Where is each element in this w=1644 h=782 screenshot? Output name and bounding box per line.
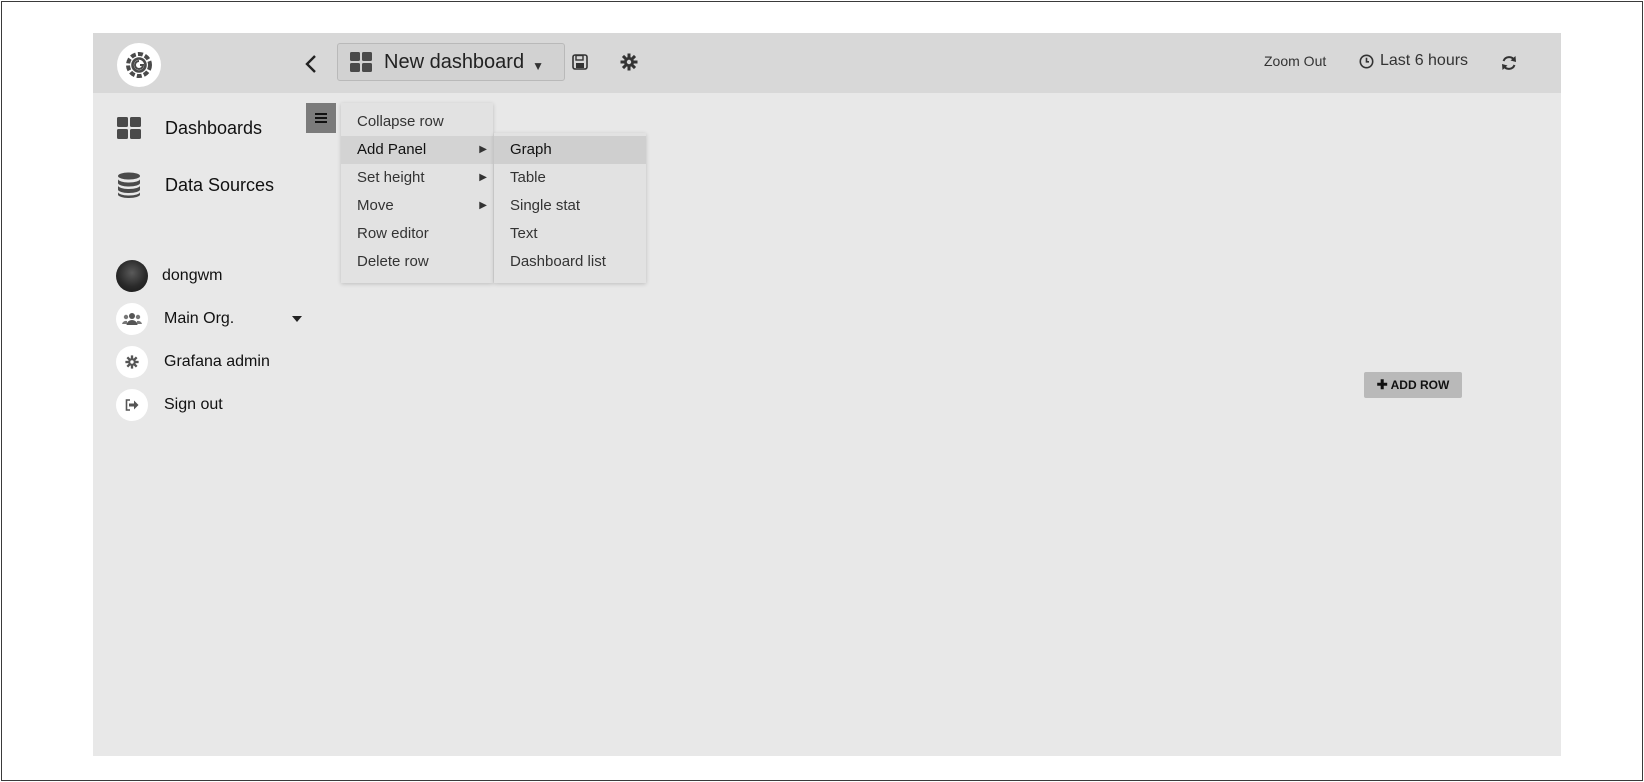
plus-icon: ✚ [1376,377,1388,392]
grafana-app: New dashboard ▼ Zoom Out Last 6 hours Da… [93,33,1561,756]
caret-right-icon: ▶ [479,200,487,211]
add-row-button[interactable]: ✚ ADD ROW [1364,372,1462,398]
dashboards-grid-icon [117,117,141,139]
clock-icon [1359,54,1374,68]
row-menu-button[interactable] [306,103,336,133]
top-navbar: New dashboard ▼ Zoom Out Last 6 hours [93,33,1561,93]
add-panel-submenu: Graph Table Single stat Text Dashboard l… [494,133,646,283]
sidebar-item-data-sources[interactable]: Data Sources [117,172,274,198]
submenu-item-dashboard-list[interactable]: Dashboard list [494,248,646,276]
menu-item-collapse-row[interactable]: Collapse row [341,108,493,136]
chevron-left-icon [305,55,316,73]
menu-item-move[interactable]: Move ▶ [341,192,493,220]
users-icon-circle [116,303,148,335]
dashboard-grid-icon [350,52,372,72]
submenu-item-label: Dashboard list [510,253,606,270]
org-switcher-item[interactable]: Main Org. [116,303,303,335]
user-profile-item[interactable]: dongwm [116,260,222,292]
submenu-item-label: Text [510,225,538,242]
save-icon [572,54,588,70]
sign-out-item[interactable]: Sign out [116,389,223,421]
screenshot-frame: New dashboard ▼ Zoom Out Last 6 hours Da… [1,1,1643,781]
grafana-logo-button[interactable] [117,43,161,87]
dashboard-picker-button[interactable]: New dashboard ▼ [337,43,565,81]
time-range-picker[interactable]: Last 6 hours [1359,52,1468,70]
submenu-item-label: Graph [510,141,552,158]
submenu-item-graph[interactable]: Graph [494,136,646,164]
collapse-sidebar-button[interactable] [301,51,321,77]
grafana-admin-label: Grafana admin [164,353,270,370]
users-icon [122,313,142,325]
avatar [116,260,148,292]
menu-item-row-editor[interactable]: Row editor [341,220,493,248]
save-dashboard-button[interactable] [569,51,591,73]
org-name: Main Org. [164,310,235,327]
menu-item-delete-row[interactable]: Delete row [341,248,493,276]
caret-right-icon: ▶ [479,144,487,155]
menu-item-label: Delete row [357,253,429,270]
sign-out-icon-circle [116,389,148,421]
caret-right-icon: ▶ [479,172,487,183]
refresh-button[interactable] [1498,52,1520,74]
submenu-item-label: Table [510,169,546,186]
database-icon [118,172,140,198]
hamburger-icon [315,113,327,123]
dashboard-title: New dashboard [384,50,525,73]
time-range-label: Last 6 hours [1380,52,1469,69]
gear-icon-circle [116,346,148,378]
gear-icon [125,355,139,369]
menu-item-label: Row editor [357,225,429,242]
caret-down-icon [292,316,303,322]
row-context-menu: Collapse row Add Panel ▶ Set height ▶ Mo… [341,103,493,283]
dashboard-settings-button[interactable] [618,51,640,73]
submenu-item-text[interactable]: Text [494,220,646,248]
submenu-item-label: Single stat [510,197,581,214]
gear-icon [620,53,638,71]
menu-item-label: Add Panel [357,141,427,158]
zoom-out-button[interactable]: Zoom Out [1264,53,1326,69]
menu-item-label: Set height [357,169,425,186]
sign-out-label: Sign out [164,396,223,413]
caret-down-icon: ▼ [532,59,544,73]
submenu-item-single-stat[interactable]: Single stat [494,192,646,220]
menu-item-add-panel[interactable]: Add Panel ▶ [341,136,493,164]
sign-out-icon [125,399,139,411]
add-row-label: ADD ROW [1390,378,1450,392]
grafana-logo-icon [126,52,152,78]
grafana-admin-item[interactable]: Grafana admin [116,346,270,378]
user-name: dongwm [162,267,223,284]
sidebar-item-label: Dashboards [165,117,263,138]
menu-item-set-height[interactable]: Set height ▶ [341,164,493,192]
submenu-item-table[interactable]: Table [494,164,646,192]
menu-item-label: Collapse row [357,113,444,130]
refresh-icon [1502,56,1516,70]
sidebar-item-dashboards[interactable]: Dashboards [117,117,262,139]
sidebar-item-label: Data Sources [165,174,275,195]
menu-item-label: Move [357,197,394,214]
